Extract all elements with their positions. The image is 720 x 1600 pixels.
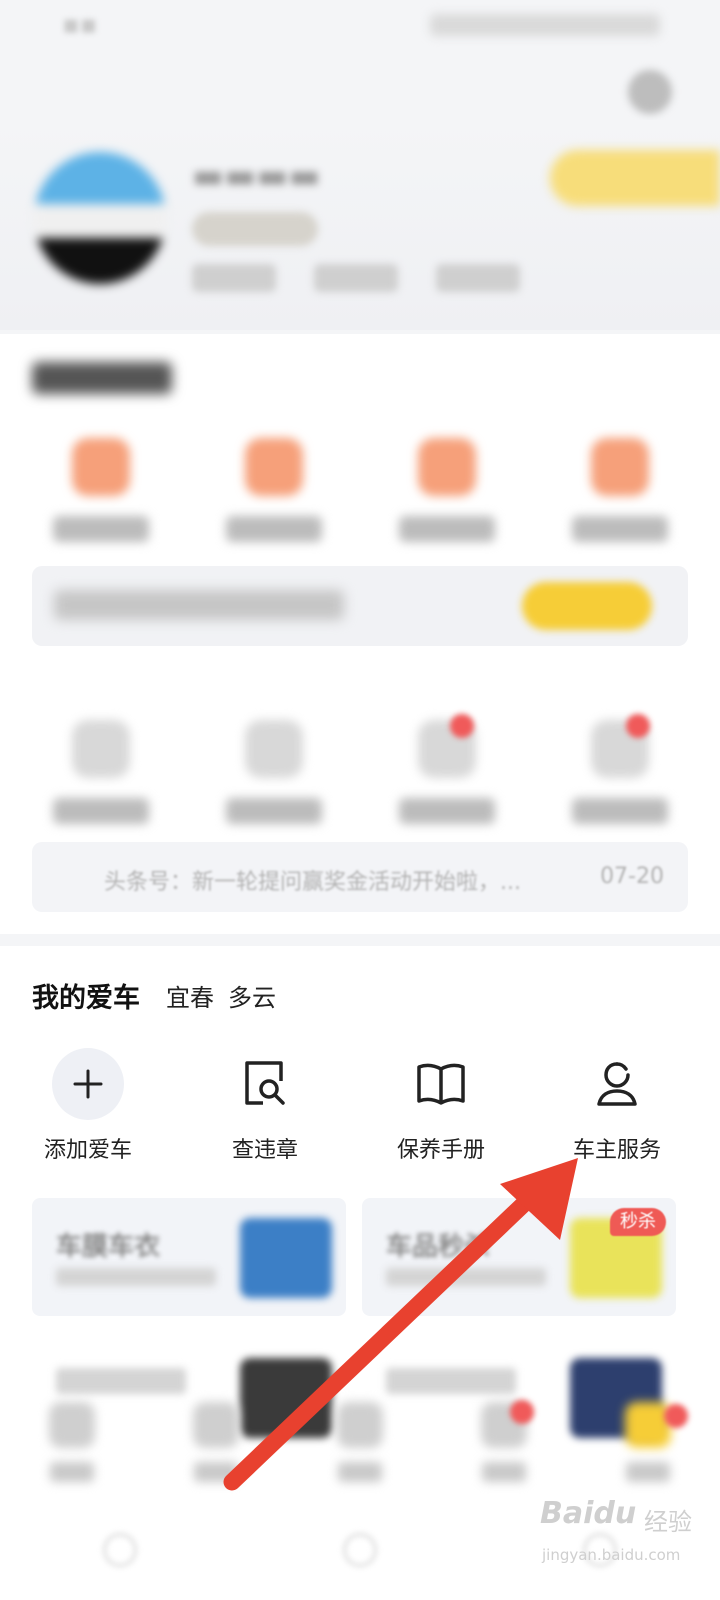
- document-search-icon: [229, 1048, 301, 1120]
- section-title: [32, 362, 172, 394]
- status-icons: [430, 14, 660, 36]
- tab-item[interactable]: [454, 1388, 554, 1498]
- profile-stats: [192, 264, 520, 292]
- tab-item-me[interactable]: [598, 1388, 698, 1498]
- weather-label: 多云: [228, 984, 276, 1012]
- tab-icon: [49, 1402, 95, 1448]
- service-label: [225, 516, 322, 542]
- tab-label: [50, 1462, 94, 1482]
- services-card: 头条号：新一轮提问赢奖金活动开始啦，... 07-20: [0, 334, 720, 934]
- promo-image: [240, 1218, 332, 1298]
- service-item[interactable]: [26, 438, 176, 542]
- tool-item[interactable]: [26, 720, 176, 824]
- news-ticker[interactable]: 头条号：新一轮提问赢奖金活动开始啦，... 07-20: [32, 842, 688, 912]
- bottom-tab-bar: [0, 1388, 720, 1498]
- check-violation-button[interactable]: 查违章: [180, 1048, 350, 1164]
- service-icon: [244, 438, 303, 496]
- book-icon: [405, 1048, 477, 1120]
- tab-item[interactable]: [310, 1388, 410, 1498]
- tab-label: [338, 1462, 382, 1482]
- notification-dot: [450, 714, 474, 738]
- owner-service-label: 车主服务: [572, 1138, 661, 1163]
- settings-icon[interactable]: [628, 70, 672, 114]
- flash-sale-badge: 秒杀: [610, 1208, 666, 1236]
- level-badge: [192, 212, 318, 246]
- notification-dot: [510, 1400, 534, 1424]
- notification-dot: [626, 714, 650, 738]
- service-item[interactable]: [372, 438, 522, 542]
- service-icon-row: [0, 438, 720, 542]
- promo-card-film[interactable]: 车膜车衣: [32, 1198, 346, 1316]
- promo-title: 车品秒杀: [386, 1232, 491, 1262]
- my-car-title: 我的爱车: [32, 983, 140, 1014]
- tool-item[interactable]: [545, 720, 695, 824]
- watermark-logo: Baidu: [540, 1496, 637, 1531]
- stat-item[interactable]: [436, 264, 520, 292]
- tool-label: [52, 798, 149, 824]
- promo-banner[interactable]: [32, 566, 688, 646]
- tool-icon: [71, 720, 130, 778]
- profile-header: ▬▬▬▬: [0, 120, 720, 330]
- home-button[interactable]: [343, 1533, 377, 1567]
- tab-icon: [193, 1402, 239, 1448]
- promo-subtitle: [56, 1268, 216, 1286]
- tab-label: [194, 1462, 238, 1482]
- service-item[interactable]: [199, 438, 349, 542]
- notification-dot: [664, 1404, 688, 1428]
- service-label: [571, 516, 668, 542]
- vip-pill[interactable]: [550, 150, 720, 206]
- tool-label: [398, 798, 495, 824]
- status-bar: ▪▪: [0, 0, 720, 54]
- service-icon: [590, 438, 649, 496]
- tab-item[interactable]: [166, 1388, 266, 1498]
- tab-item[interactable]: [22, 1388, 122, 1498]
- promo-subtitle: [386, 1268, 546, 1286]
- watermark-url: jingyan.baidu.com: [542, 1546, 681, 1564]
- service-label: [398, 516, 495, 542]
- tab-label: [626, 1462, 670, 1482]
- banner-button[interactable]: [522, 582, 652, 630]
- back-button[interactable]: [103, 1533, 137, 1567]
- tool-item[interactable]: [372, 720, 522, 824]
- car-actions: 添加爱车 查违章 保养手册 车主服务: [0, 1048, 720, 1163]
- baidu-watermark: Baidu 经验 jingyan.baidu.com: [540, 1496, 710, 1586]
- add-car-button[interactable]: 添加爱车: [3, 1048, 173, 1164]
- tool-item[interactable]: [199, 720, 349, 824]
- watermark-text: 经验: [644, 1508, 692, 1536]
- tab-icon: [625, 1402, 671, 1448]
- tool-icon-row: [0, 720, 720, 824]
- check-violation-label: 查违章: [231, 1138, 298, 1163]
- tool-icon: [244, 720, 303, 778]
- tab-label: [482, 1462, 526, 1482]
- news-date: 07-20: [600, 864, 664, 889]
- service-icon: [71, 438, 130, 496]
- service-item[interactable]: [545, 438, 695, 542]
- stat-item[interactable]: [192, 264, 276, 292]
- tool-label: [225, 798, 322, 824]
- owner-service-button[interactable]: 车主服务: [532, 1048, 702, 1164]
- tool-label: [571, 798, 668, 824]
- maintenance-manual-button[interactable]: 保养手册: [356, 1048, 526, 1164]
- city-label[interactable]: 宜春: [166, 978, 214, 1013]
- username[interactable]: ▬▬▬▬: [192, 156, 321, 196]
- add-car-label: 添加爱车: [43, 1138, 132, 1163]
- promo-title: 车膜车衣: [56, 1232, 161, 1262]
- service-label: [52, 516, 149, 542]
- banner-text: [54, 590, 344, 620]
- service-icon: [417, 438, 476, 496]
- status-time: ▪▪: [62, 10, 98, 40]
- news-text: 头条号：新一轮提问赢奖金活动开始啦，...: [104, 870, 521, 895]
- plus-icon: [52, 1048, 124, 1120]
- maintenance-manual-label: 保养手册: [396, 1138, 485, 1163]
- tab-icon: [337, 1402, 383, 1448]
- avatar[interactable]: [34, 152, 166, 284]
- user-icon: [581, 1048, 653, 1120]
- stat-item[interactable]: [314, 264, 398, 292]
